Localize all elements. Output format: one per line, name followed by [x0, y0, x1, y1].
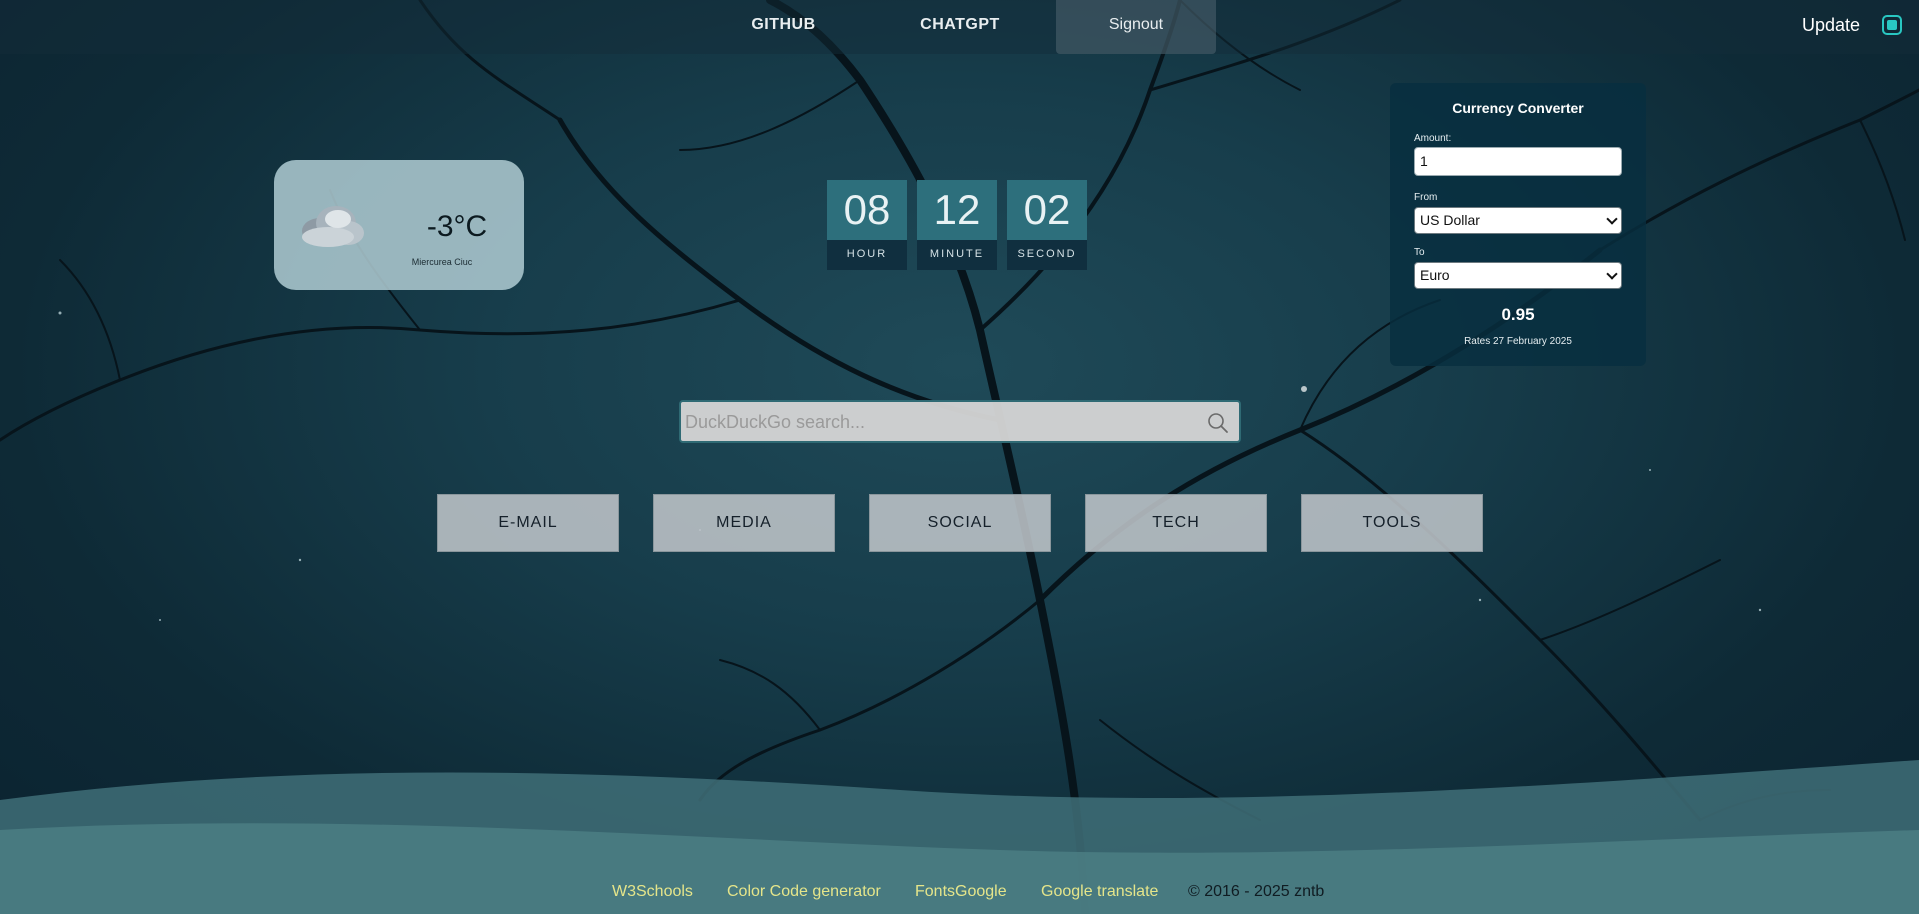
search-input[interactable]: [685, 407, 1185, 437]
cloud-icon: [302, 206, 364, 247]
weather-city: Miercurea Ciuc: [411, 257, 473, 267]
footer-link-w3schools[interactable]: W3Schools: [612, 883, 693, 901]
clock-hour-value: 08: [827, 180, 907, 240]
top-navigation: GITHUB CHATGPT Signout Update: [0, 0, 1919, 54]
footer-link-google-translate[interactable]: Google translate: [1041, 883, 1158, 901]
update-label: Update: [1802, 15, 1861, 35]
signout-button[interactable]: Signout: [1056, 0, 1216, 54]
clock-hour: 08 HOUR: [827, 180, 907, 270]
clock-minute: 12 MINUTE: [917, 180, 997, 270]
nav-chatgpt-link[interactable]: CHATGPT: [902, 0, 1018, 54]
chevron-down-icon: [1606, 268, 1618, 280]
toggle-indicator: [1887, 20, 1897, 30]
clock-hour-label: HOUR: [827, 240, 907, 270]
to-currency-select[interactable]: Euro: [1414, 262, 1622, 289]
digital-clock: 08 HOUR 12 MINUTE 02 SECOND: [827, 180, 1087, 270]
conversion-result: 0.95: [1501, 305, 1535, 324]
footer-link-color-code-generator[interactable]: Color Code generator: [727, 883, 881, 901]
chevron-down-icon: [1606, 213, 1618, 225]
weather-widget: -3°C Miercurea Ciuc: [274, 160, 524, 290]
from-currency-value: US Dollar: [1420, 212, 1480, 228]
from-label: From: [1414, 192, 1438, 203]
amount-label: Amount:: [1414, 133, 1452, 144]
category-email-button[interactable]: E-MAIL: [437, 494, 619, 552]
search-icon[interactable]: [1207, 412, 1229, 434]
weather-temperature: -3°C: [426, 210, 488, 243]
nav-github-link[interactable]: GITHUB: [735, 0, 832, 54]
category-tools-button[interactable]: TOOLS: [1301, 494, 1483, 552]
category-tech-button[interactable]: TECH: [1085, 494, 1267, 552]
clock-minute-value: 12: [917, 180, 997, 240]
clock-second-value: 02: [1007, 180, 1087, 240]
clock-second: 02 SECOND: [1007, 180, 1087, 270]
footer-link-fontsgoogle[interactable]: FontsGoogle: [915, 883, 1007, 901]
search-bar: [679, 400, 1241, 443]
category-media-button[interactable]: MEDIA: [653, 494, 835, 552]
category-social-button[interactable]: SOCIAL: [869, 494, 1051, 552]
from-currency-select[interactable]: US Dollar: [1414, 207, 1622, 234]
amount-input[interactable]: 1: [1414, 147, 1622, 176]
copyright-text: © 2016 - 2025 zntb: [1188, 883, 1325, 900]
update-control: Update: [1799, 0, 1919, 52]
converter-title: Currency Converter: [1452, 100, 1584, 116]
currency-converter: Currency Converter Amount: 1 From US Dol…: [1390, 83, 1646, 366]
update-toggle[interactable]: [1882, 15, 1902, 35]
clock-second-label: SECOND: [1007, 240, 1087, 270]
rates-date: Rates 27 February 2025: [1464, 336, 1572, 347]
clock-minute-label: MINUTE: [917, 240, 997, 270]
footer: W3Schools Color Code generator FontsGoog…: [0, 880, 1919, 904]
to-label: To: [1414, 247, 1425, 258]
to-currency-value: Euro: [1420, 267, 1450, 283]
